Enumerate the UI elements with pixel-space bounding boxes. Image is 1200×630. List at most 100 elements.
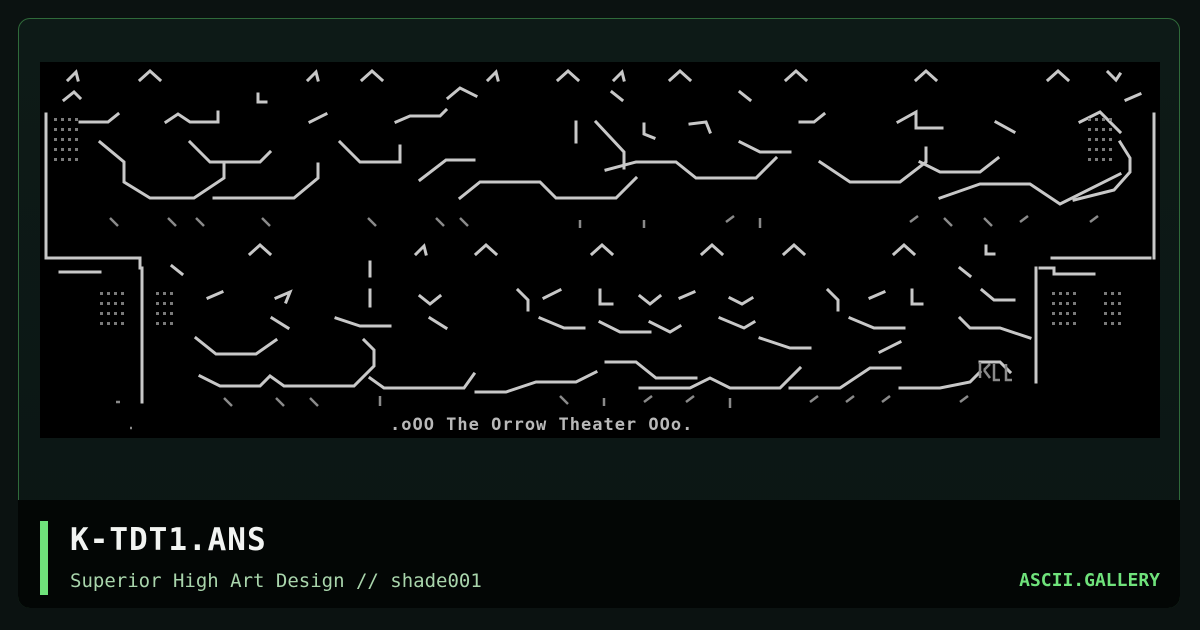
art-dot — [1059, 292, 1062, 295]
art-dot — [68, 158, 71, 161]
art-dot — [1066, 312, 1069, 315]
art-dot — [121, 312, 124, 315]
art-dot — [61, 148, 64, 151]
art-dot — [107, 302, 110, 305]
art-dot — [1059, 312, 1062, 315]
art-dot — [1109, 158, 1112, 161]
art-dot — [1095, 158, 1098, 161]
art-dot — [75, 148, 78, 151]
art-dot — [1095, 128, 1098, 131]
art-dot — [1109, 128, 1112, 131]
art-dot — [1109, 118, 1112, 121]
art-dot — [61, 138, 64, 141]
art-upper-frame — [44, 86, 1156, 270]
art-dot — [170, 312, 173, 315]
art-dot — [121, 322, 124, 325]
art-dot — [114, 322, 117, 325]
art-dot — [1095, 148, 1098, 151]
art-dot — [156, 292, 159, 295]
ansi-art-preview: .oOO The Orrow Theater OOo. — [40, 62, 1160, 438]
art-dot — [61, 118, 64, 121]
art-dot — [1095, 138, 1098, 141]
art-dot — [163, 322, 166, 325]
art-dot — [1052, 292, 1055, 295]
art-dot — [1109, 138, 1112, 141]
art-dot — [1052, 302, 1055, 305]
art-dot — [1102, 138, 1105, 141]
art-dot — [61, 128, 64, 131]
art-dot — [1073, 312, 1076, 315]
art-dot — [1088, 148, 1091, 151]
art-dot — [1066, 302, 1069, 305]
art-dot — [156, 302, 159, 305]
ansi-art-graphic: .oOO The Orrow Theater OOo. — [44, 68, 1156, 435]
art-dot — [1111, 322, 1114, 325]
art-dot — [1059, 322, 1062, 325]
art-dot — [1102, 158, 1105, 161]
art-dot — [1088, 118, 1091, 121]
art-dot — [1073, 292, 1076, 295]
art-dot — [1111, 302, 1114, 305]
art-dot — [1102, 148, 1105, 151]
art-dot — [114, 302, 117, 305]
art-dot — [114, 312, 117, 315]
art-dot — [1066, 292, 1069, 295]
site-brand-link[interactable]: ASCII.GALLERY — [1019, 568, 1160, 594]
art-dot — [1104, 292, 1107, 295]
artwork-subtitle: Superior High Art Design // shade001 — [70, 570, 482, 592]
art-dot — [1109, 148, 1112, 151]
art-mid-carets — [169, 242, 996, 279]
art-dot — [1104, 312, 1107, 315]
art-dot — [1104, 322, 1107, 325]
art-dot — [156, 312, 159, 315]
art-dot — [1102, 118, 1105, 121]
art-dot — [1088, 128, 1091, 131]
art-dot — [1088, 138, 1091, 141]
art-dot — [100, 292, 103, 295]
art-dot — [1118, 292, 1121, 295]
art-dot — [1088, 158, 1091, 161]
art-dot — [75, 138, 78, 141]
art-dot — [1066, 322, 1069, 325]
art-dot — [1118, 312, 1121, 315]
art-dot — [1059, 302, 1062, 305]
art-dot — [1073, 322, 1076, 325]
art-row1-shadows — [109, 215, 1099, 228]
art-dot — [100, 322, 103, 325]
art-signature — [978, 362, 1012, 382]
art-dot — [75, 128, 78, 131]
art-dot — [54, 118, 57, 121]
accent-bar — [40, 521, 48, 595]
art-dot — [1111, 292, 1114, 295]
art-dot — [1102, 128, 1105, 131]
art-dot — [100, 312, 103, 315]
art-dot — [1111, 312, 1114, 315]
art-dot — [54, 158, 57, 161]
art-dot — [54, 148, 57, 151]
art-dot — [114, 292, 117, 295]
art-dot — [61, 158, 64, 161]
art-caption: .oOO The Orrow Theater OOo. — [390, 415, 693, 435]
art-top-carets — [65, 68, 1123, 83]
art-dot — [54, 128, 57, 131]
art-dot — [75, 158, 78, 161]
art-dot — [163, 292, 166, 295]
art-dot — [100, 302, 103, 305]
art-dot — [68, 118, 71, 121]
art-dot — [68, 128, 71, 131]
art-dot — [1104, 302, 1107, 305]
art-dot — [163, 302, 166, 305]
art-dot — [121, 292, 124, 295]
art-row1-letters — [78, 107, 1132, 206]
art-dot — [54, 138, 57, 141]
art-dot — [1052, 312, 1055, 315]
art-dot — [68, 138, 71, 141]
art-dot — [163, 312, 166, 315]
art-dot — [1073, 302, 1076, 305]
art-dot — [170, 302, 173, 305]
art-dot — [121, 302, 124, 305]
art-dot — [170, 322, 173, 325]
art-dot — [107, 292, 110, 295]
art-dot — [1118, 302, 1121, 305]
art-dot — [1118, 322, 1121, 325]
